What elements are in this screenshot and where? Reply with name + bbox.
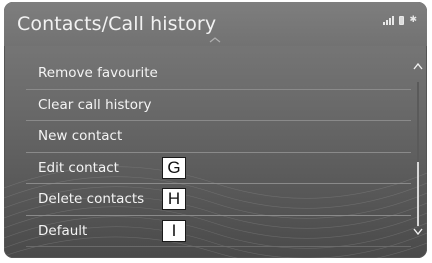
screen-frame: Contacts/Call history ✱ Remove favourite… bbox=[4, 2, 427, 258]
menu-item-delete-contacts[interactable]: Delete contacts H bbox=[26, 184, 411, 216]
callout-label: H bbox=[162, 188, 186, 210]
menu-item-label: Default bbox=[38, 222, 88, 239]
callout-label: I bbox=[162, 219, 186, 242]
menu-item-label: New contact bbox=[38, 128, 123, 144]
bluetooth-icon: ✱ bbox=[409, 15, 417, 25]
menu-item-label: Edit contact bbox=[38, 159, 119, 176]
menu-item-label: Remove favourite bbox=[38, 65, 158, 81]
menu-item-clear-call-history[interactable]: Clear call history bbox=[26, 90, 411, 121]
signal-icon bbox=[383, 16, 395, 25]
menu-item-default[interactable]: Default I bbox=[26, 216, 411, 247]
menu-item-new-contact[interactable]: New contact bbox=[26, 121, 411, 153]
menu-item-label: Clear call history bbox=[38, 96, 152, 113]
menu-item-remove-favourite[interactable]: Remove favourite bbox=[26, 58, 411, 90]
phone-battery-icon bbox=[399, 16, 405, 25]
page-title: Contacts/Call history bbox=[17, 13, 217, 35]
scroll-down-icon[interactable] bbox=[413, 228, 423, 236]
scroll-up-icon[interactable] bbox=[413, 62, 423, 70]
options-menu: Remove favourite Clear call history New … bbox=[26, 58, 411, 247]
scrollbar-thumb[interactable] bbox=[417, 162, 419, 226]
chevron-up-icon[interactable] bbox=[209, 37, 221, 43]
header-bar: Contacts/Call history ✱ bbox=[4, 2, 427, 46]
menu-item-label: Delete contacts bbox=[38, 191, 145, 207]
scrollbar-track[interactable] bbox=[417, 82, 419, 226]
status-icons: ✱ bbox=[383, 16, 417, 25]
callout-label: G bbox=[162, 156, 186, 179]
menu-item-edit-contact[interactable]: Edit contact G bbox=[26, 153, 411, 184]
